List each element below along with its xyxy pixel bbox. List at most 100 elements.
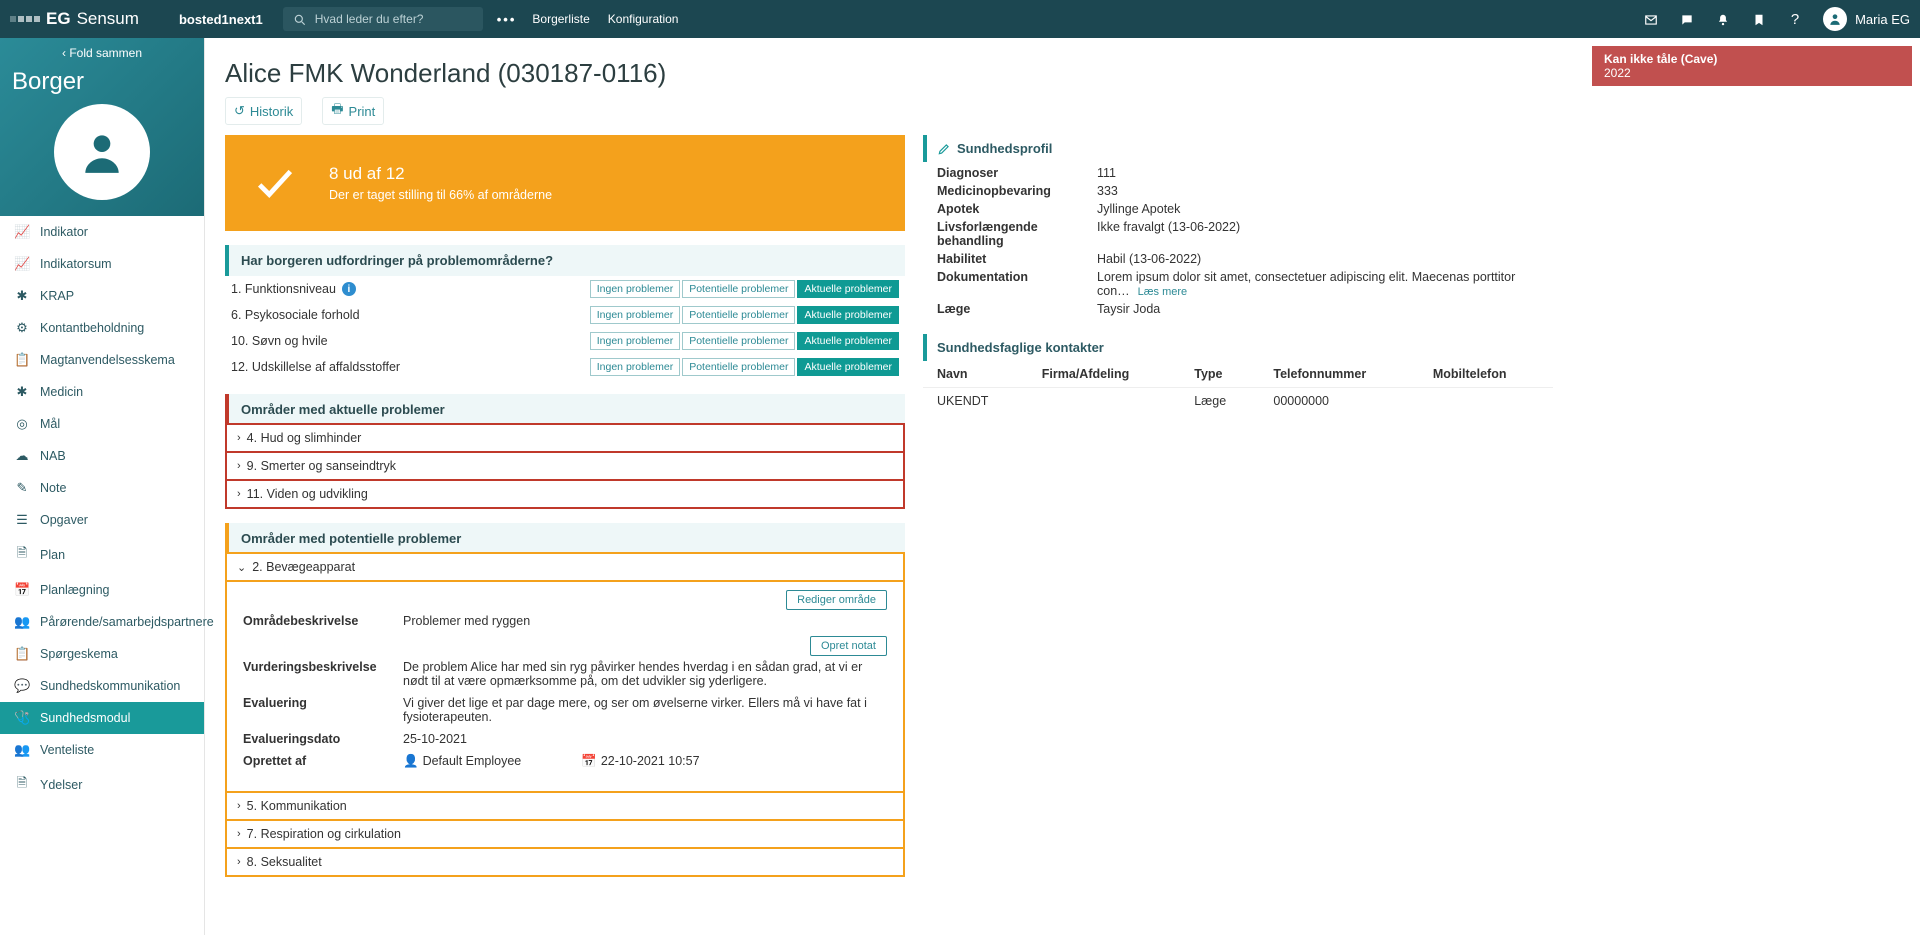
profile-key: Diagnoser <box>937 166 1097 180</box>
sidebar-item-plan[interactable]: 🗎Plan <box>0 536 204 574</box>
sidebar-item-m-l[interactable]: ◎Mål <box>0 408 204 440</box>
opt-actual[interactable]: Aktuelle problemer <box>797 332 899 350</box>
avatar-icon <box>1823 7 1847 31</box>
sidebar-item-sundhedskommunikation[interactable]: 💬Sundhedskommunikation <box>0 670 204 702</box>
nav-label: Ydelser <box>40 778 82 792</box>
help-icon[interactable]: ? <box>1777 11 1813 28</box>
opt-potential[interactable]: Potentielle problemer <box>682 332 795 350</box>
mail-icon[interactable] <box>1633 11 1669 28</box>
question-row: 12. Udskillelse af affaldsstofferIngen p… <box>225 354 905 380</box>
contacts-heading: Sundhedsfaglige kontakter <box>937 340 1104 355</box>
contacts-cell-navn: UKENDT <box>923 388 1028 415</box>
contacts-col-mobiltelefon[interactable]: Mobiltelefon <box>1419 361 1553 388</box>
nav-icon: ⚙ <box>14 320 30 336</box>
sidebar-item-opgaver[interactable]: ☰Opgaver <box>0 504 204 536</box>
cave-alert[interactable]: Kan ikke tåle (Cave) 2022 <box>1592 46 1912 86</box>
opt-actual[interactable]: Aktuelle problemer <box>797 280 899 298</box>
bell-icon[interactable] <box>1705 11 1741 28</box>
brand-name: Sensum <box>77 9 139 29</box>
nav-icon: ☰ <box>14 512 30 528</box>
nav-label: Note <box>40 481 66 495</box>
user-name: Maria EG <box>1855 12 1910 27</box>
profile-value: Lorem ipsum dolor sit amet, consectetuer… <box>1097 270 1541 298</box>
historik-button[interactable]: ↺ Historik <box>225 97 302 125</box>
sidebar-item-p-r-rende-samarbejdspartnere[interactable]: 👥Pårørende/samarbejdspartnere <box>0 606 204 638</box>
nav-icon: 💬 <box>14 678 30 694</box>
brand-eg: EG <box>46 9 71 29</box>
sidebar-item-magtanvendelsesskema[interactable]: 📋Magtanvendelsesskema <box>0 344 204 376</box>
nav-icon: 🩺 <box>14 710 30 726</box>
user-menu[interactable]: Maria EG <box>1823 7 1910 31</box>
print-button[interactable]: 🖶 Print <box>322 97 384 125</box>
profile-key: Læge <box>937 302 1097 316</box>
opt-none[interactable]: Ingen problemer <box>590 358 680 376</box>
contacts-col-type[interactable]: Type <box>1180 361 1259 388</box>
contacts-col-telefonnummer[interactable]: Telefonnummer <box>1259 361 1418 388</box>
segmented-control: Ingen problemerPotentielle problemerAktu… <box>590 332 899 350</box>
opt-none[interactable]: Ingen problemer <box>590 332 680 350</box>
potential-row[interactable]: ›7. Respiration og cirkulation <box>225 819 905 849</box>
sidebar-item-sp-rgeskema[interactable]: 📋Spørgeskema <box>0 638 204 670</box>
sidebar-item-medicin[interactable]: ✱Medicin <box>0 376 204 408</box>
chevron-left-icon: ‹ <box>62 46 66 60</box>
fold-label: Fold sammen <box>69 46 142 60</box>
bookmark-icon[interactable] <box>1741 11 1777 28</box>
chat-icon[interactable] <box>1669 11 1705 28</box>
sidebar-item-note[interactable]: ✎Note <box>0 472 204 504</box>
nav-icon: ✱ <box>14 384 30 400</box>
sidebar-item-nab[interactable]: ☁NAB <box>0 440 204 472</box>
sidebar-item-indikatorsum[interactable]: 📈Indikatorsum <box>0 248 204 280</box>
more-menu-icon[interactable]: ••• <box>497 12 517 27</box>
eval-value: Vi giver det lige et par dage mere, og s… <box>403 696 887 724</box>
sidebar-item-indikator[interactable]: 📈Indikator <box>0 216 204 248</box>
create-note-button[interactable]: Opret notat <box>810 636 887 656</box>
actual-row[interactable]: ›11. Viden og udvikling <box>225 479 905 509</box>
potential-panel: Områder med potentielle problemer ⌄ 2. B… <box>225 523 905 877</box>
edit-icon[interactable] <box>937 141 951 156</box>
potential-heading: Områder med potentielle problemer <box>225 523 905 554</box>
opt-potential[interactable]: Potentielle problemer <box>682 280 795 298</box>
nav-icon: 📅 <box>14 582 30 598</box>
sidebar-item-kontantbeholdning[interactable]: ⚙Kontantbeholdning <box>0 312 204 344</box>
nav-icon: 🗎 <box>14 544 30 566</box>
potential-row-open-header[interactable]: ⌄ 2. Bevægeapparat <box>225 552 905 582</box>
contacts-col-firma/afdeling[interactable]: Firma/Afdeling <box>1028 361 1180 388</box>
potential-row[interactable]: ›5. Kommunikation <box>225 791 905 821</box>
nav-icon: ☁ <box>14 448 30 464</box>
opt-none[interactable]: Ingen problemer <box>590 280 680 298</box>
read-more-link[interactable]: Læs mere <box>1138 286 1188 298</box>
citizen-avatar[interactable] <box>54 104 150 200</box>
context-selector[interactable]: bosted1next1 <box>179 12 263 27</box>
nav-icon: 📋 <box>14 352 30 368</box>
sidebar: ‹ Fold sammen Borger 📈Indikator📈Indikato… <box>0 38 205 935</box>
potential-open-body: Rediger område Områdebeskrivelse Problem… <box>225 580 905 793</box>
opt-none[interactable]: Ingen problemer <box>590 306 680 324</box>
potential-row[interactable]: ›8. Seksualitet <box>225 847 905 877</box>
contacts-row[interactable]: UKENDTLæge00000000 <box>923 388 1553 415</box>
history-icon: ↺ <box>234 103 245 119</box>
opt-actual[interactable]: Aktuelle problemer <box>797 306 899 324</box>
logo[interactable]: EG Sensum <box>10 9 139 29</box>
opt-actual[interactable]: Aktuelle problemer <box>797 358 899 376</box>
sidebar-item-krap[interactable]: ✱KRAP <box>0 280 204 312</box>
nav-konfiguration[interactable]: Konfiguration <box>608 12 679 26</box>
fold-toggle[interactable]: ‹ Fold sammen <box>0 38 204 68</box>
nav-icon: 🗎 <box>14 774 30 796</box>
potential-open-title: 2. Bevægeapparat <box>252 560 355 574</box>
nav-borgerliste[interactable]: Borgerliste <box>532 12 589 26</box>
calendar-icon: 📅 <box>581 754 597 768</box>
actual-row[interactable]: ›9. Smerter og sanseindtryk <box>225 451 905 481</box>
sidebar-item-sundhedsmodul[interactable]: 🩺Sundhedsmodul <box>0 702 204 734</box>
sidebar-item-ydelser[interactable]: 🗎 Ydelser <box>0 766 204 804</box>
opt-potential[interactable]: Potentielle problemer <box>682 358 795 376</box>
info-icon[interactable]: i <box>342 282 356 296</box>
opt-potential[interactable]: Potentielle problemer <box>682 306 795 324</box>
sidebar-item-planl-gning[interactable]: 📅Planlægning <box>0 574 204 606</box>
profile-value: Habil (13-06-2022) <box>1097 252 1541 266</box>
search-box[interactable] <box>283 7 483 31</box>
sidebar-item-venteliste[interactable]: 👥Venteliste <box>0 734 204 766</box>
edit-area-button[interactable]: Rediger område <box>786 590 887 610</box>
actual-row[interactable]: ›4. Hud og slimhinder <box>225 423 905 453</box>
contacts-col-navn[interactable]: Navn <box>923 361 1028 388</box>
search-input[interactable] <box>315 12 473 26</box>
